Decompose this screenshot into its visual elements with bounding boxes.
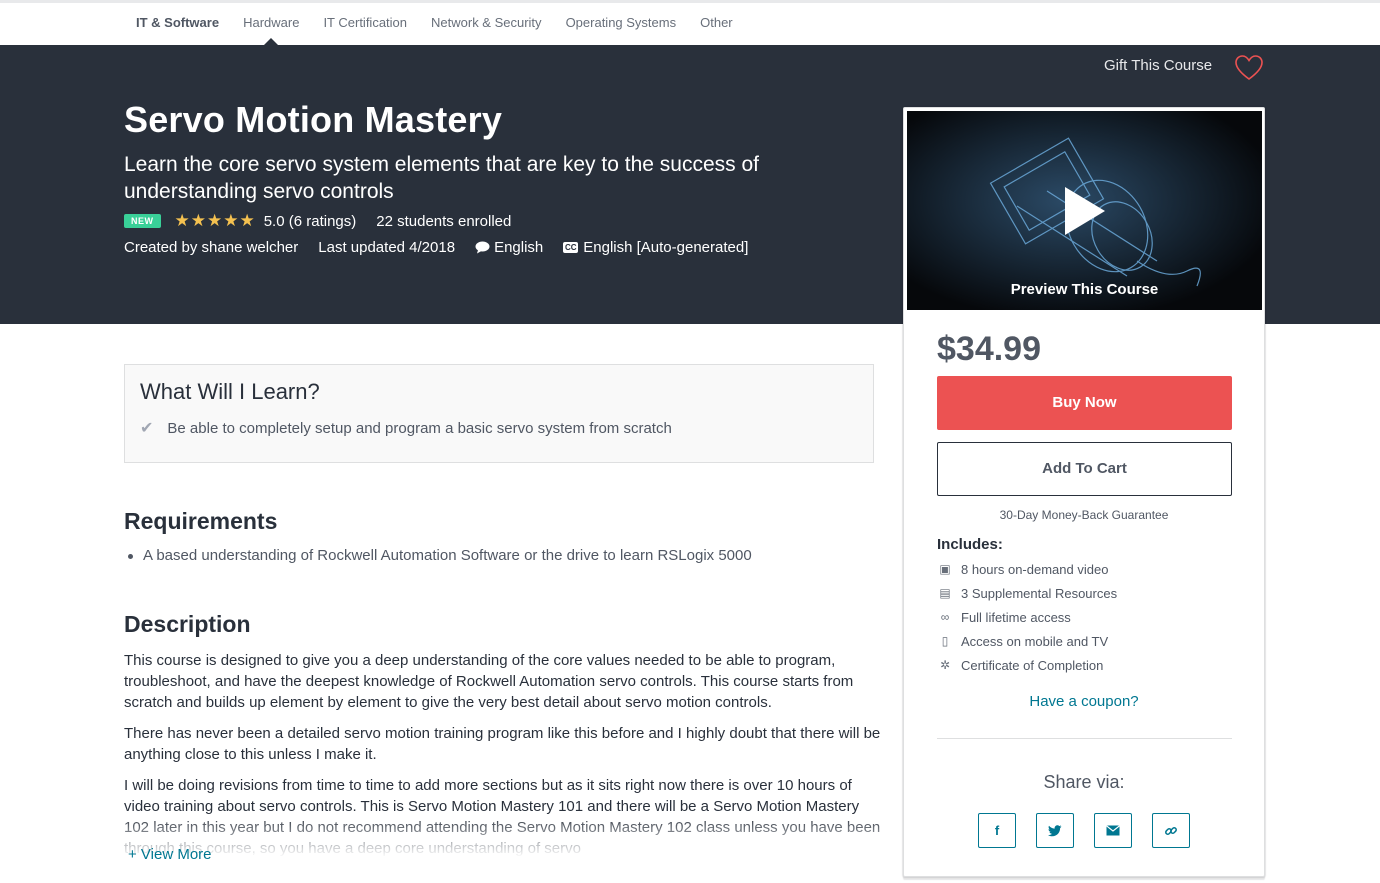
link-icon[interactable] bbox=[1152, 813, 1190, 848]
include-item: ▣ 8 hours on-demand video bbox=[937, 557, 1117, 581]
created-by[interactable]: Created by shane welcher bbox=[124, 239, 298, 256]
play-icon[interactable] bbox=[1065, 187, 1105, 235]
requirements-title: Requirements bbox=[124, 508, 278, 534]
category-nav: IT & Software Hardware IT Certification … bbox=[0, 0, 1380, 45]
buy-now-button[interactable]: Buy Now bbox=[937, 376, 1232, 430]
rating-stars-icon: ★★★★★ bbox=[174, 211, 256, 230]
nav-item-it-certification[interactable]: IT Certification bbox=[323, 3, 407, 45]
captions-label: English [Auto-generated] bbox=[583, 239, 749, 256]
description-paragraph: There has never been a detailed servo mo… bbox=[124, 725, 881, 763]
divider bbox=[937, 738, 1232, 739]
nav-item-other[interactable]: Other bbox=[700, 3, 733, 45]
includes-list: ▣ 8 hours on-demand video ▤ 3 Supplement… bbox=[937, 557, 1117, 677]
includes-title: Includes: bbox=[937, 536, 1003, 553]
include-item: ∞ Full lifetime access bbox=[937, 605, 1117, 629]
language-label: English bbox=[494, 239, 544, 256]
file-icon: ▤ bbox=[939, 586, 951, 600]
course-price: $34.99 bbox=[937, 330, 1041, 368]
closed-captions-icon: CC bbox=[563, 242, 579, 253]
twitter-icon[interactable] bbox=[1036, 813, 1074, 848]
language: English bbox=[475, 239, 543, 256]
preview-label[interactable]: Preview This Course bbox=[907, 281, 1262, 298]
include-item: ✲ Certificate of Completion bbox=[937, 653, 1117, 677]
include-item-text: 8 hours on-demand video bbox=[961, 561, 1109, 577]
include-item: ▤ 3 Supplemental Resources bbox=[937, 581, 1117, 605]
wishlist-heart-icon[interactable] bbox=[1234, 54, 1264, 82]
share-title: Share via: bbox=[1043, 772, 1125, 792]
view-more-link[interactable]: + View More bbox=[128, 846, 212, 863]
facebook-icon[interactable]: f bbox=[978, 813, 1016, 848]
include-item-text: Full lifetime access bbox=[961, 609, 1071, 625]
rating-row: NEW ★★★★★ 5.0 (6 ratings) 22 students en… bbox=[124, 211, 511, 231]
certificate-icon: ✲ bbox=[939, 658, 951, 672]
include-item-text: Certificate of Completion bbox=[961, 657, 1104, 673]
rating-text[interactable]: 5.0 (6 ratings) bbox=[264, 213, 357, 230]
new-badge: NEW bbox=[124, 214, 161, 228]
include-item: ▯ Access on mobile and TV bbox=[937, 629, 1117, 653]
coupon-link[interactable]: Have a coupon? bbox=[904, 693, 1264, 710]
include-item-text: 3 Supplemental Resources bbox=[961, 585, 1118, 601]
purchase-card: Preview This Course $34.99 Buy Now Add T… bbox=[903, 107, 1265, 877]
nav-item-it-software[interactable]: IT & Software bbox=[136, 3, 219, 45]
last-updated: Last updated 4/2018 bbox=[318, 239, 456, 256]
learn-item-text: Be able to completely setup and program … bbox=[167, 419, 672, 437]
nav-item-operating-systems[interactable]: Operating Systems bbox=[566, 3, 677, 45]
course-preview-video[interactable]: Preview This Course bbox=[907, 111, 1262, 310]
course-subtitle: Learn the core servo system elements tha… bbox=[124, 153, 759, 203]
mobile-icon: ▯ bbox=[941, 634, 949, 648]
nav-item-network-security[interactable]: Network & Security bbox=[431, 3, 542, 45]
video-icon: ▣ bbox=[939, 562, 951, 576]
students-enrolled: 22 students enrolled bbox=[376, 212, 512, 230]
add-to-cart-button[interactable]: Add To Cart bbox=[937, 442, 1232, 496]
nav-item-hardware[interactable]: Hardware bbox=[243, 3, 299, 45]
description-paragraph: This course is designed to give you a de… bbox=[124, 652, 854, 711]
requirement-item: A based understanding of Rockwell Automa… bbox=[128, 547, 752, 564]
speech-bubble-icon bbox=[475, 241, 490, 254]
requirements-list: A based understanding of Rockwell Automa… bbox=[128, 547, 752, 564]
what-will-i-learn: What Will I Learn? ✔ Be able to complete… bbox=[124, 364, 874, 463]
description-title: Description bbox=[124, 611, 251, 637]
description-fade bbox=[124, 815, 884, 865]
money-back-guarantee: 30-Day Money-Back Guarantee bbox=[999, 508, 1169, 522]
learn-item: ✔ Be able to completely setup and progra… bbox=[140, 418, 672, 438]
include-item-text: Access on mobile and TV bbox=[961, 633, 1109, 649]
infinity-icon: ∞ bbox=[940, 610, 950, 624]
share-buttons: f bbox=[978, 813, 1210, 848]
course-title: Servo Motion Mastery bbox=[124, 99, 503, 140]
learn-title: What Will I Learn? bbox=[140, 379, 320, 404]
email-icon[interactable] bbox=[1094, 813, 1132, 848]
checkmark-icon: ✔ bbox=[140, 420, 154, 437]
course-meta-row: Created by shane welcher Last updated 4/… bbox=[124, 239, 768, 256]
gift-course-link[interactable]: Gift This Course bbox=[1104, 57, 1212, 74]
captions: CC English [Auto-generated] bbox=[563, 239, 748, 256]
